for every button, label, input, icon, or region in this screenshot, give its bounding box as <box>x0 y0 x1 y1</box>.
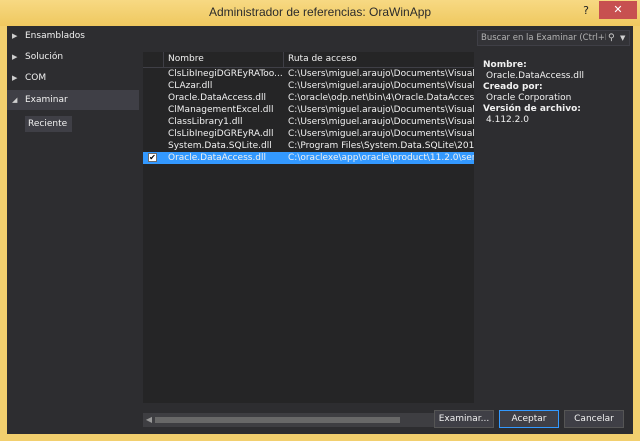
row-path: C:\Users\miguel.araujo\Documents\Visual … <box>288 105 474 115</box>
table-row[interactable]: ClsLibInegiDGREyRA.dll C:\Users\miguel.ar… <box>143 128 474 140</box>
row-name: ClassLibrary1.dll <box>168 117 243 127</box>
nav-subitem-recent[interactable]: Reciente <box>25 116 72 132</box>
table-row[interactable]: CLAzar.dll C:\Users\miguel.araujo\Documen… <box>143 80 474 92</box>
detail-created-label: Creado por: <box>483 82 543 92</box>
title-bar[interactable]: Administrador de referencias: OraWinApp … <box>0 0 640 26</box>
search-input[interactable]: Buscar en la Examinar (Ctrl+E <box>481 31 606 45</box>
column-header-path[interactable]: Ruta de acceso <box>283 52 474 67</box>
dialog-body: ▶ Ensamblados ▶ Solución ▶ COM ◢ Examina… <box>7 26 633 434</box>
scroll-left-icon[interactable]: ◀ <box>143 413 155 427</box>
close-button[interactable]: ✕ <box>599 1 637 19</box>
row-path: C:\Users\miguel.araujo\Documents\Visual … <box>288 69 474 79</box>
table-row[interactable]: Oracle.DataAccess.dll C:\oracle\odp.net\b… <box>143 92 474 104</box>
row-path: C:\oracle\odp.net\bin\4\Oracle.DataAcces… <box>288 93 474 103</box>
list-rows: ClsLibInegiDGREyRAToo... C:\Users\miguel.… <box>143 68 474 164</box>
nav-item-label: Solución <box>25 52 64 62</box>
search-icon[interactable]: ⚲ <box>608 31 615 45</box>
row-name: ClsLibInegiDGREyRAToo... <box>168 69 282 79</box>
row-name: Oracle.DataAccess.dll <box>168 153 267 163</box>
row-path: C:\oraclexe\app\oracle\product\11.2.0\se… <box>288 153 474 163</box>
details-panel: Nombre: Oracle.DataAccess.dll Creado por… <box>483 60 628 126</box>
detail-version-value: 4.112.2.0 <box>486 115 529 125</box>
row-name: ClManagementExcel.dll <box>168 105 274 115</box>
row-name: Oracle.DataAccess.dll <box>168 93 267 103</box>
table-row[interactable]: ClManagementExcel.dll C:\Users\miguel.ara… <box>143 104 474 116</box>
detail-created-value: Oracle Corporation <box>486 93 572 103</box>
help-button[interactable]: ? <box>580 4 592 18</box>
list-header: Nombre Ruta de acceso <box>143 52 474 68</box>
cancel-button[interactable]: Cancelar <box>564 410 624 428</box>
scrollbar-thumb[interactable] <box>155 417 400 423</box>
row-path: C:\Users\miguel.araujo\Documents\Visual … <box>288 117 474 127</box>
nav-item-label: Ensamblados <box>25 31 85 41</box>
horizontal-scrollbar[interactable]: ◀ ▶ <box>143 413 474 427</box>
detail-name-label: Nombre: <box>483 60 527 70</box>
table-row[interactable]: ClsLibInegiDGREyRAToo... C:\Users\miguel.… <box>143 68 474 80</box>
column-header-name[interactable]: Nombre <box>163 52 283 67</box>
window-title: Administrador de referencias: OraWinApp <box>208 5 432 19</box>
chevron-right-icon: ▶ <box>12 32 18 40</box>
browse-button[interactable]: Examinar... <box>434 410 494 428</box>
nav-item-label: COM <box>25 73 47 83</box>
row-path: C:\Users\miguel.araujo\Documents\Visual … <box>288 129 474 139</box>
table-row[interactable]: ✔ Oracle.DataAccess.dll C:\oraclexe\app\or… <box>143 152 474 164</box>
accept-button[interactable]: Aceptar <box>499 410 559 428</box>
close-icon: ✕ <box>613 3 623 16</box>
chevron-down-icon: ◢ <box>12 96 18 104</box>
nav-item-solution[interactable]: ▶ Solución <box>7 47 139 67</box>
category-sidebar: ▶ Ensamblados ▶ Solución ▶ COM ◢ Examina… <box>7 26 139 434</box>
table-row[interactable]: System.Data.SQLite.dll C:\Program Files\S… <box>143 140 474 152</box>
row-name: ClsLibInegiDGREyRA.dll <box>168 129 274 139</box>
dropdown-arrow-icon[interactable]: ▼ <box>620 31 625 45</box>
reference-manager-window: Administrador de referencias: OraWinApp … <box>0 0 640 441</box>
chevron-right-icon: ▶ <box>12 74 18 82</box>
row-path: C:\Users\miguel.araujo\Documents\Visual … <box>288 81 474 91</box>
table-row[interactable]: ClassLibrary1.dll C:\Users\miguel.araujo\… <box>143 116 474 128</box>
row-name: System.Data.SQLite.dll <box>168 141 272 151</box>
row-path: C:\Program Files\System.Data.SQLite\2013… <box>288 141 474 151</box>
detail-name-value: Oracle.DataAccess.dll <box>486 71 585 81</box>
chevron-right-icon: ▶ <box>12 53 18 61</box>
nav-item-browse[interactable]: ◢ Examinar <box>7 90 139 110</box>
reference-list: Nombre Ruta de acceso ClsLibInegiDGREyRA… <box>143 52 474 427</box>
nav-item-label: Examinar <box>25 95 68 105</box>
nav-item-assemblies[interactable]: ▶ Ensamblados <box>7 26 139 46</box>
detail-version-label: Versión de archivo: <box>483 104 581 114</box>
row-checkbox[interactable]: ✔ <box>148 153 157 162</box>
nav-item-com[interactable]: ▶ COM <box>7 68 139 88</box>
search-box[interactable]: Buscar en la Examinar (Ctrl+E ⚲ ▼ <box>477 30 630 46</box>
row-name: CLAzar.dll <box>168 81 213 91</box>
